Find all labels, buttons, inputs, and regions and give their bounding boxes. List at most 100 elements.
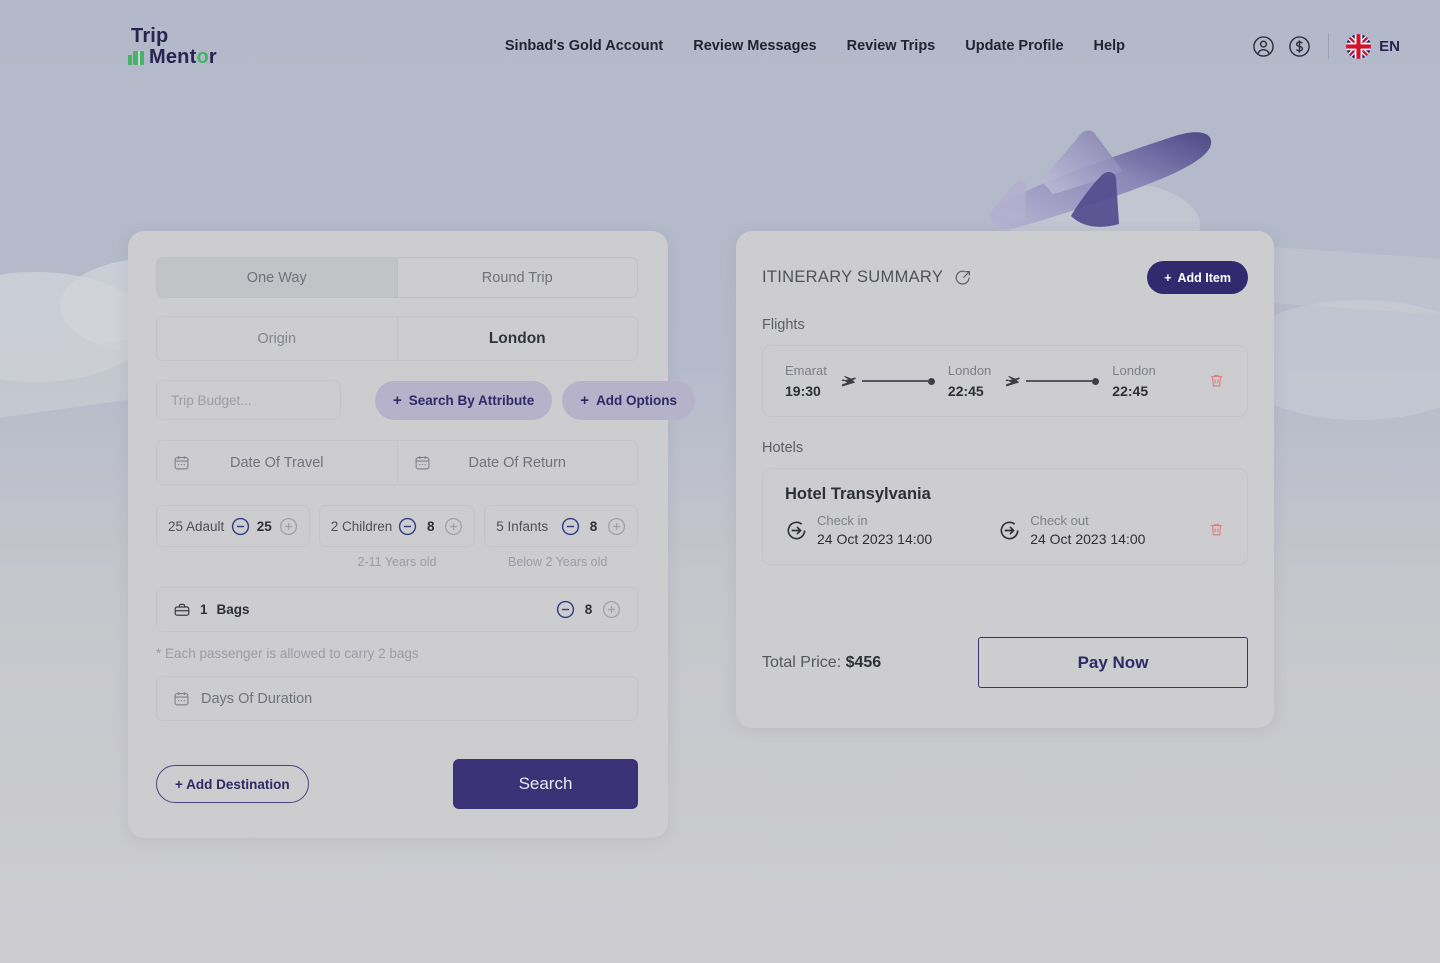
calendar-icon <box>414 454 431 471</box>
language-selector[interactable]: EN <box>1346 33 1400 59</box>
children-value: 8 <box>427 518 435 534</box>
infants-hint: Below 2 Years old <box>507 555 608 569</box>
flights-section-label: Flights <box>762 317 805 333</box>
external-link-circle-icon[interactable] <box>954 269 972 287</box>
dollar-circle-icon[interactable] <box>1288 35 1311 58</box>
date-of-return-label: Date Of Return <box>468 454 566 471</box>
hotel-check-in: Check in 24 Oct 2023 14:00 <box>785 513 932 547</box>
arrow-right-circle-icon <box>785 519 808 542</box>
airplane-icon <box>1004 373 1021 390</box>
infants-value: 8 <box>589 518 598 534</box>
tab-round-trip[interactable]: Round Trip <box>397 258 637 297</box>
children-label: 2 Children <box>330 518 393 534</box>
language-label: EN <box>1379 37 1400 55</box>
pay-now-button[interactable]: Pay Now <box>978 637 1248 688</box>
add-item-label: Add Item <box>1177 270 1231 285</box>
bags-stepper: 1 Bags 8 <box>156 587 638 632</box>
nav-item-review-messages[interactable]: Review Messages <box>693 38 816 54</box>
flight-stop-city: London <box>947 363 992 378</box>
add-item-button[interactable]: + Add Item <box>1147 261 1248 294</box>
flight-path <box>1004 373 1100 390</box>
logo-line-1: Trip <box>131 24 169 47</box>
date-of-return-input[interactable]: Date Of Return <box>398 441 638 484</box>
flight-stop-time: 22:45 <box>947 383 984 399</box>
search-form-card: One Way Round Trip Origin London + Searc… <box>128 231 696 838</box>
check-out-value: 24 Oct 2023 14:00 <box>1030 531 1146 547</box>
calendar-icon <box>173 690 190 707</box>
infants-increment-button[interactable] <box>607 517 626 536</box>
add-options-button[interactable]: + Add Options <box>562 380 696 420</box>
trip-type-toggle: One Way Round Trip <box>156 257 638 298</box>
infants-decrement-button[interactable] <box>561 517 580 536</box>
hotel-check-out: Check out 24 Oct 2023 14:00 <box>998 513 1145 547</box>
bags-label: Bags <box>216 602 250 617</box>
flight-path-dot <box>1092 377 1100 385</box>
date-of-travel-label: Date Of Travel <box>230 454 324 471</box>
flight-item-row: Emarat 19:30 London 22:45 London 22:45 <box>762 345 1248 417</box>
search-button[interactable]: Search <box>453 759 638 809</box>
adult-value: 25 <box>256 518 272 534</box>
airplane-illustration <box>975 118 1225 243</box>
check-in-value: 24 Oct 2023 14:00 <box>817 531 933 547</box>
route-fields: Origin London <box>156 316 638 361</box>
search-by-attribute-button[interactable]: + Search By Attribute <box>375 380 553 420</box>
children-hint: 2-11 Years old <box>357 555 437 569</box>
days-of-duration-label: Days Of Duration <box>201 690 313 707</box>
tab-one-way[interactable]: One Way <box>157 258 398 297</box>
delete-hotel-button[interactable] <box>1208 521 1225 540</box>
plus-icon: + <box>1164 270 1172 285</box>
bags-increment-button[interactable] <box>602 600 621 619</box>
date-of-travel-input[interactable]: Date Of Travel <box>157 441 398 484</box>
form-actions: + Add Destination Search <box>156 759 638 809</box>
trip-budget-input[interactable] <box>156 380 341 420</box>
bags-value: 8 <box>584 602 593 617</box>
total-price: Total Price: $456 <box>762 654 881 672</box>
briefcase-icon <box>173 601 191 619</box>
total-price-label: Total Price: <box>762 653 846 671</box>
nav-item-update-profile[interactable]: Update Profile <box>965 38 1063 54</box>
infants-label: 5 Infants <box>496 518 549 534</box>
nav-item-help[interactable]: Help <box>1094 38 1125 54</box>
app-logo[interactable]: Trip Mentor <box>128 26 217 67</box>
search-by-attribute-label: Search By Attribute <box>408 392 535 408</box>
flight-stop-city: London <box>1112 363 1156 378</box>
adult-decrement-button[interactable] <box>231 517 250 536</box>
passenger-hints: 2-11 Years old Below 2 Years old <box>156 555 638 569</box>
flight-path-dot <box>927 377 935 385</box>
uk-flag-icon <box>1346 33 1372 59</box>
passenger-steppers: 25 Adault 25 2 Children 8 5 Infants 8 <box>156 505 639 547</box>
book-icon <box>128 48 145 65</box>
itinerary-summary-card: ITINERARY SUMMARY + Add Item Flights Ema… <box>736 231 1274 728</box>
add-options-label: Add Options <box>596 392 678 408</box>
adult-label: 25 Adault <box>168 518 225 534</box>
user-circle-icon[interactable] <box>1252 35 1275 58</box>
flight-stop-time: 19:30 <box>785 383 821 399</box>
hotels-section-label: Hotels <box>762 440 804 456</box>
delete-flight-button[interactable] <box>1208 372 1225 391</box>
logo-line-2: Mentor <box>149 45 217 68</box>
header-divider <box>1328 33 1330 59</box>
flight-path-line <box>1026 380 1093 382</box>
nav-item-account[interactable]: Sinbad's Gold Account <box>505 38 663 54</box>
add-destination-button[interactable]: + Add Destination <box>156 765 309 803</box>
flight-stop-city: Emarat <box>785 363 827 378</box>
children-increment-button[interactable] <box>444 517 463 536</box>
nav-item-review-trips[interactable]: Review Trips <box>847 38 936 54</box>
destination-input[interactable]: London <box>398 317 638 360</box>
hotel-name: Hotel Transylvania <box>785 485 931 503</box>
plus-icon: + <box>580 391 590 409</box>
main-navigation: Sinbad's Gold Account Review Messages Re… <box>505 38 1125 54</box>
adult-increment-button[interactable] <box>279 517 298 536</box>
arrow-right-circle-icon <box>998 519 1021 542</box>
children-decrement-button[interactable] <box>398 517 417 536</box>
total-price-value: $456 <box>845 653 882 671</box>
origin-input[interactable]: Origin <box>157 317 398 360</box>
itinerary-header: ITINERARY SUMMARY + Add Item <box>762 261 1248 294</box>
adult-stepper: 25 Adault 25 <box>156 505 310 547</box>
bags-note: * Each passenger is allowed to carry 2 b… <box>156 646 419 661</box>
days-of-duration-input[interactable]: Days Of Duration <box>156 676 638 721</box>
bags-decrement-button[interactable] <box>556 600 575 619</box>
bags-count: 1 <box>200 602 208 617</box>
airplane-icon <box>840 373 857 390</box>
top-header: Trip Mentor Sinbad's Gold Account Review… <box>0 0 1440 92</box>
